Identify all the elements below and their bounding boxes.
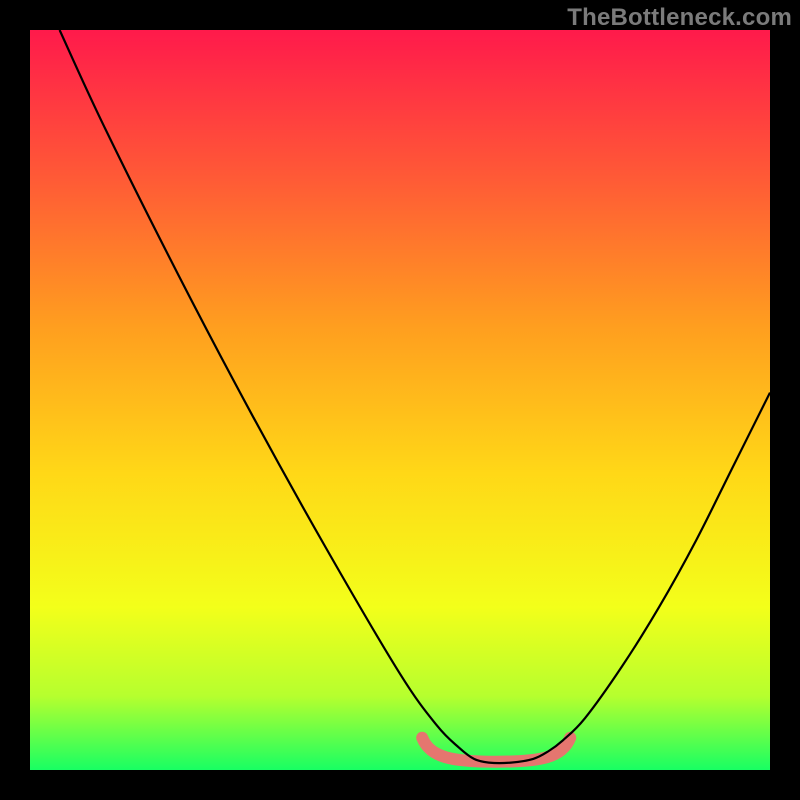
chart-svg (30, 30, 770, 770)
gradient-background (30, 30, 770, 770)
watermark-text: TheBottleneck.com (567, 4, 792, 32)
chart-frame: TheBottleneck.com (0, 0, 800, 800)
plot-area (30, 30, 770, 770)
